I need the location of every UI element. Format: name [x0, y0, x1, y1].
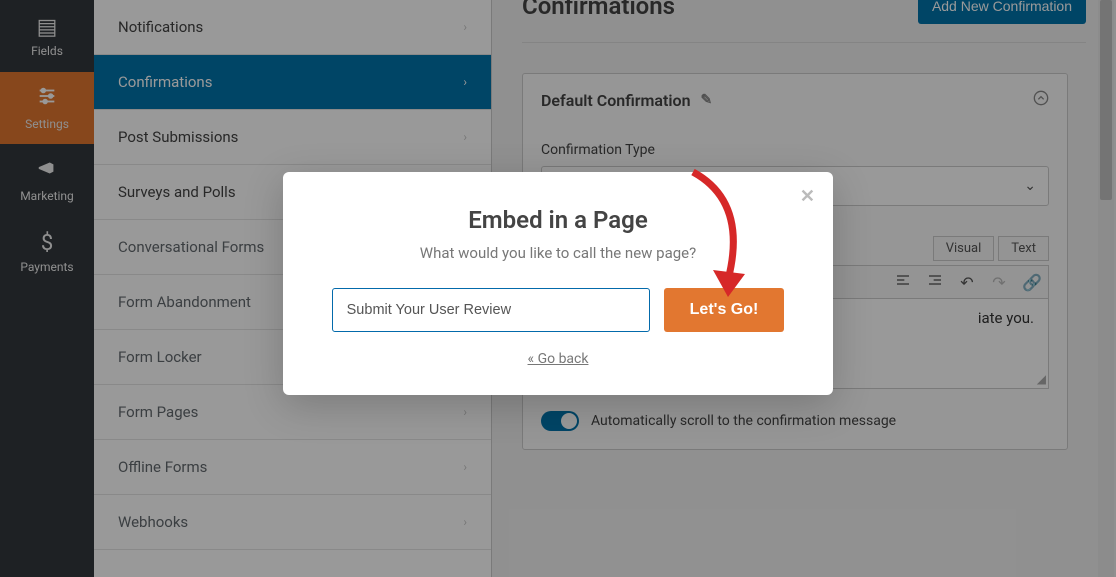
modal-title: Embed in a Page — [331, 206, 785, 234]
modal-overlay[interactable]: ✕ Embed in a Page What would you like to… — [0, 0, 1116, 577]
embed-modal: ✕ Embed in a Page What would you like to… — [283, 172, 833, 395]
lets-go-button[interactable]: Let's Go! — [664, 288, 785, 332]
modal-subtitle: What would you like to call the new page… — [331, 244, 785, 262]
page-name-input[interactable] — [332, 288, 650, 332]
close-icon[interactable]: ✕ — [800, 186, 815, 207]
go-back-link[interactable]: « Go back — [528, 351, 589, 367]
